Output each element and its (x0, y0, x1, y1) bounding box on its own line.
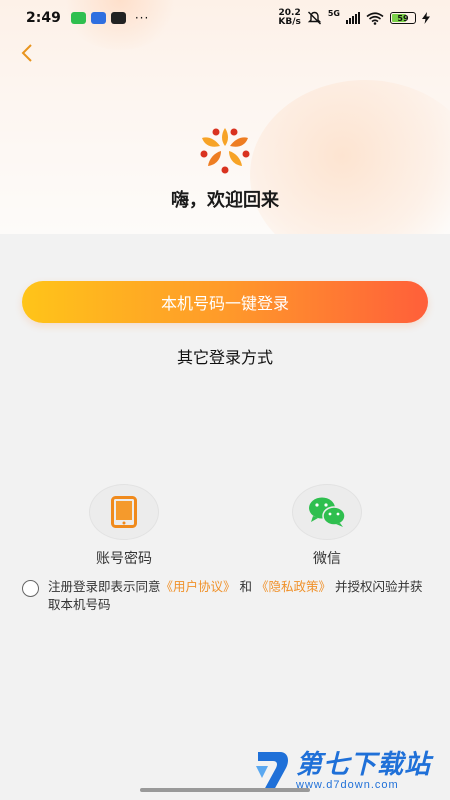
agreement-text: 注册登录即表示同意《用户协议》 和 《隐私政策》 并授权闪验并获取本机号码 (48, 578, 432, 614)
battery-icon: 59 (390, 12, 416, 24)
status-bar: 2:49 ··· 20.2 KB/s 5G 59 (0, 0, 450, 36)
agreement-radio[interactable] (22, 580, 39, 597)
back-button[interactable] (20, 42, 42, 68)
one-click-login-button[interactable]: 本机号码一键登录 (22, 281, 428, 323)
logo-mark-icon (200, 128, 250, 174)
mute-bell-icon (307, 11, 322, 25)
watermark-text: 第七下载站 www.d7down.com (296, 751, 431, 791)
account-password-login-option[interactable]: 账号密码 (79, 484, 169, 568)
signal-icon (346, 12, 360, 24)
charging-icon (422, 12, 430, 24)
chevron-left-icon (21, 44, 32, 62)
watermark-title: 第七下载站 (296, 750, 432, 780)
notification-icons: ··· (70, 11, 150, 25)
agreement-prefix: 注册登录即表示同意 (48, 579, 161, 594)
app-notification-icon (110, 12, 126, 24)
home-indicator[interactable] (140, 788, 310, 792)
battery-level: 59 (397, 13, 409, 23)
account-password-icon-circle[interactable] (89, 484, 159, 540)
agreement-and: 和 (239, 579, 253, 594)
user-agreement-link[interactable]: 《用户协议》 (161, 579, 236, 594)
net-speed: 20.2 KB/s (278, 9, 300, 27)
wechat-login-option[interactable]: 微信 (282, 484, 372, 568)
net-speed-unit: KB/s (278, 17, 301, 27)
agreement-row: 注册登录即表示同意《用户协议》 和 《隐私政策》 并授权闪验并获取本机号码 (22, 578, 432, 614)
account-password-label: 账号密码 (96, 551, 152, 567)
wechat-notification-icon (70, 12, 86, 24)
wechat-icon (309, 497, 346, 527)
wechat-label: 微信 (313, 551, 341, 567)
welcome-title: 嗨，欢迎回来 (171, 190, 279, 211)
phone-icon (111, 496, 137, 528)
watermark-url: www.d7down.com (296, 779, 399, 791)
network-type: 5G (327, 9, 340, 18)
baidu-notification-icon (90, 12, 106, 24)
more-notifications-icon: ··· (134, 11, 150, 25)
wifi-icon (366, 11, 384, 25)
wechat-icon-circle[interactable] (292, 484, 362, 540)
status-right: 20.2 KB/s 5G 59 (278, 9, 430, 27)
privacy-policy-link[interactable]: 《隐私政策》 (256, 579, 331, 594)
other-login-methods-button[interactable]: 其它登录方式 (22, 338, 428, 374)
app-logo (194, 124, 256, 174)
status-time: 2:49 (26, 10, 61, 26)
